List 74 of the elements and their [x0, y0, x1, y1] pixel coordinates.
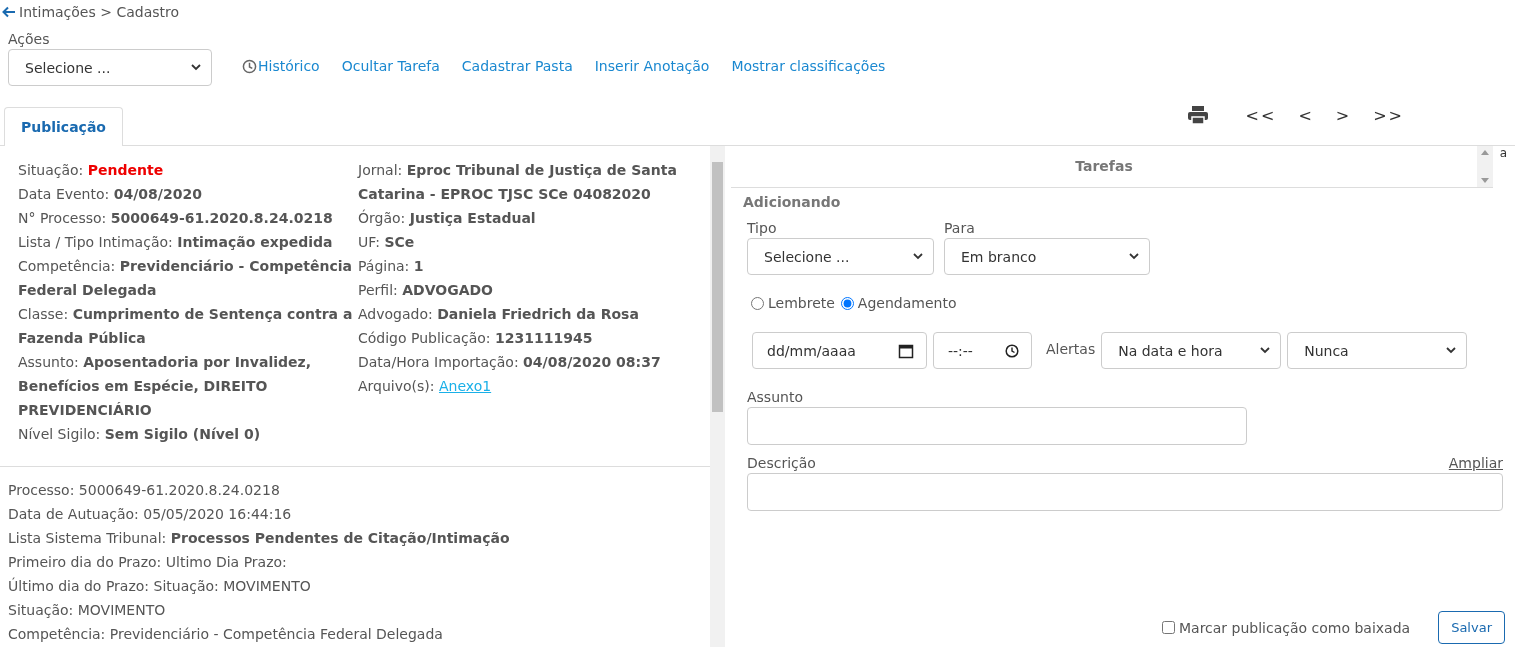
radio-button[interactable] [840, 296, 854, 310]
pager-button[interactable]: < [1287, 105, 1325, 125]
subject-label: Assunto [747, 389, 804, 405]
process-detail: Lista Sistema Tribunal: Processos Pendentes de Citação/Intimação [8, 529, 511, 548]
process-detail: Último dia do Prazo: Situação: MOVIMENTO [8, 576, 312, 596]
actions-label: Ações [8, 31, 51, 47]
checkbox[interactable] [1161, 621, 1175, 634]
chevron-down-icon [1446, 347, 1457, 354]
publication-field: Jornal: Eproc Tribunal de Justiça de Santa Catarina - EPROC TJSC SCe 04082020 [358, 158, 703, 206]
type-label: Tipo [747, 220, 778, 236]
scroll-up-icon[interactable] [1481, 150, 1489, 155]
scrollbar[interactable] [710, 146, 725, 647]
process-detail: Competência: Previdenciário - Competência Federal Delegada [8, 625, 444, 644]
edge-text: a [1499, 146, 1507, 160]
chevron-down-icon [913, 253, 923, 260]
pager-button[interactable]: > [1324, 105, 1363, 125]
publication-field: Competência: Previdenciário - Competência Federal Delegada [18, 254, 358, 302]
alert-time-select[interactable]: Na data e hora [1101, 332, 1282, 369]
alert-repeat-select[interactable]: Nunca [1287, 332, 1468, 369]
process-detail: Processo: 5000649-61.2020.8.24.0218 [8, 481, 281, 500]
tasks-header: Tarefas [1074, 157, 1134, 176]
toolbar-link[interactable]: Ocultar Tarefa [341, 58, 440, 74]
type-select[interactable]: Selecione ... [747, 238, 934, 275]
recipient-label: Para [944, 220, 976, 236]
scroll-down-icon[interactable] [1481, 178, 1489, 183]
publication-field: Assunto: Aposentadoria por Invalidez, Benefícios em Espécie, DIREITO PREVIDENCIÁRIO [18, 350, 358, 422]
form-mode: Adicionando [743, 194, 842, 210]
pager-button[interactable]: << [1234, 105, 1288, 125]
publication-field: Advogado: Daniela Friedrich da Rosa [358, 302, 703, 326]
alerts-label: Alertas [1046, 340, 1096, 357]
publication-field: UF: SCe [358, 230, 703, 254]
publication-field: Situação: Pendente [18, 158, 358, 182]
process-detail: Primeiro dia do Prazo: Ultimo Dia Prazo: [8, 553, 288, 572]
toolbar-link[interactable]: Mostrar classificações [731, 58, 886, 74]
toolbar-link[interactable]: Histórico [242, 58, 320, 74]
expand-link[interactable]: Ampliar [1448, 455, 1503, 473]
toolbar-link[interactable]: Inserir Anotação [594, 58, 710, 74]
process-detail: Situação: MOVIMENTO [8, 601, 167, 620]
checkbox-label: Marcar publicação como baixada [1178, 619, 1411, 636]
time-field[interactable]: --:-- [933, 332, 1032, 369]
publication-field: Perfil: ADVOGADO [358, 278, 703, 302]
pager-button[interactable]: >> [1362, 105, 1415, 125]
chevron-down-icon [1129, 253, 1139, 260]
toolbar-link[interactable]: Cadastrar Pasta [461, 58, 573, 74]
publication-field: Data/Hora Importação: 04/08/2020 08:37 [358, 350, 703, 374]
recipient-select[interactable]: Em branco [944, 238, 1150, 275]
publication-field: Arquivo(s): Anexo1 [358, 374, 703, 398]
process-detail: Data de Autuação: 05/05/2020 16:44:16 [8, 505, 293, 524]
tab[interactable]: Publicação [4, 107, 123, 146]
subject-field[interactable] [747, 407, 1247, 445]
publication-field: Nível Sigilo: Sem Sigilo (Nível 0) [18, 422, 358, 446]
print-icon[interactable] [1186, 105, 1209, 125]
save-button[interactable]: Salvar [1438, 611, 1505, 644]
clock-icon [1005, 343, 1019, 358]
publication-field: Data Evento: 04/08/2020 [18, 182, 358, 206]
calendar-icon [898, 342, 914, 359]
breadcrumb[interactable]: Intimações > Cadastro [19, 4, 179, 20]
date-field[interactable]: dd/mm/aaaa [752, 332, 927, 369]
description-label: Descrição [747, 455, 816, 471]
radio-button[interactable] [751, 296, 764, 310]
publication-field: Órgão: Justiça Estadual [358, 206, 703, 230]
radio-label: Agendamento [857, 295, 957, 311]
back-arrow-icon[interactable] [2, 6, 16, 18]
publication-field: Código Publicação: 1231111945 [358, 326, 703, 350]
chevron-down-icon [1260, 347, 1271, 354]
publication-field: N° Processo: 5000649-61.2020.8.24.0218 [18, 206, 358, 230]
publication-field: Classe: Cumprimento de Sentença contra a Fazenda Pública [18, 302, 358, 350]
radio-label: Lembrete [768, 295, 835, 311]
publication-field: Lista / Tipo Intimação: Intimação expedida [18, 230, 358, 254]
publication-field: Página: 1 [358, 254, 703, 278]
description-field[interactable] [747, 473, 1503, 511]
chevron-down-icon [191, 64, 201, 71]
clock-icon [242, 58, 257, 74]
actions-select[interactable]: Selecione ... [8, 49, 212, 86]
